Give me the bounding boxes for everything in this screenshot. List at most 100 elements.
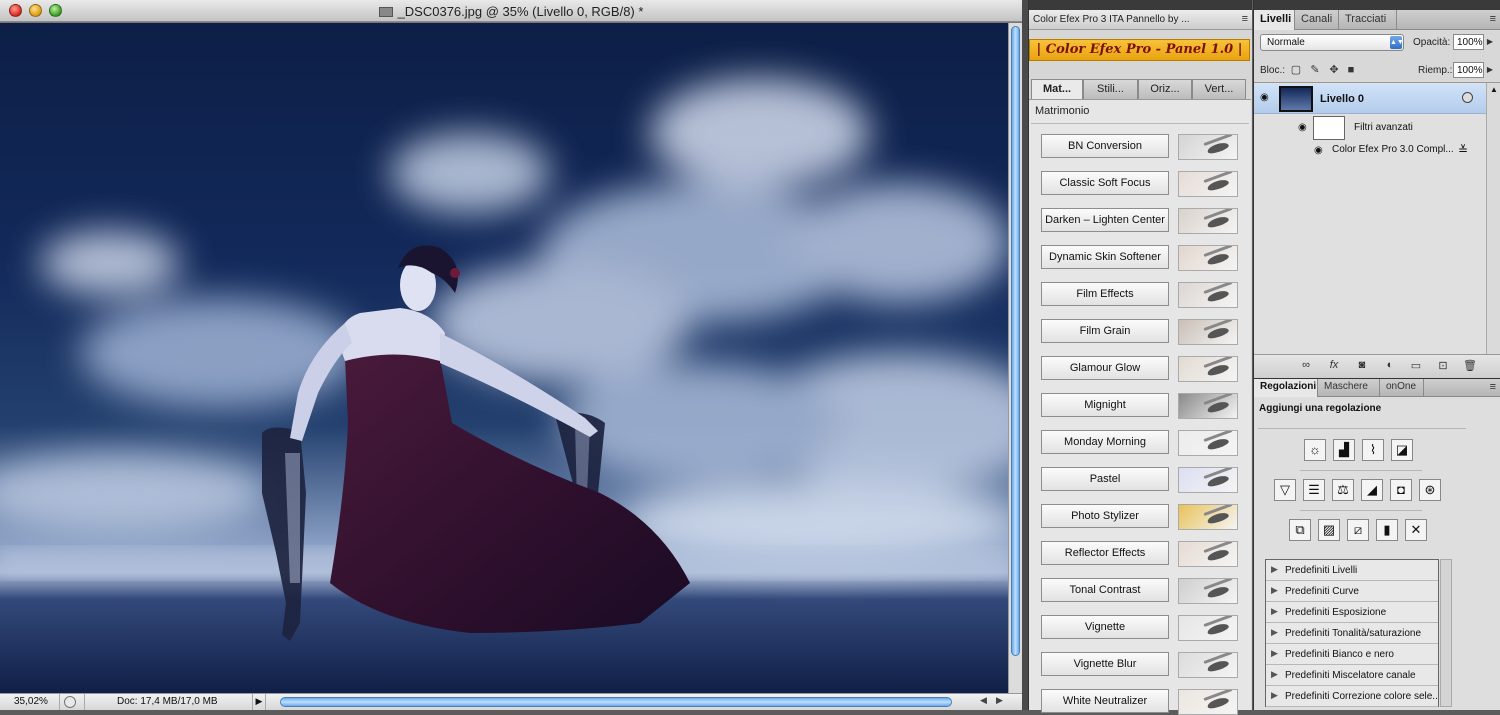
- layer-thumbnail[interactable]: [1279, 86, 1313, 112]
- document-horizontal-scroll-thumb[interactable]: [280, 697, 952, 707]
- tab-livelli[interactable]: Livelli: [1254, 10, 1295, 30]
- hue-saturation-icon[interactable]: ☰: [1303, 479, 1325, 501]
- filter-preview-thumbnail[interactable]: [1178, 245, 1238, 271]
- smart-filter-name[interactable]: Color Efex Pro 3.0 Compl...: [1332, 144, 1454, 155]
- tab-canali[interactable]: Canali: [1295, 10, 1339, 30]
- blend-mode-select[interactable]: Normale ▲▼: [1260, 34, 1404, 51]
- filter-preview-thumbnail[interactable]: [1178, 467, 1238, 493]
- filter-blending-options-icon[interactable]: ≚: [1458, 143, 1468, 157]
- smart-filters-eye-icon[interactable]: ◉: [1298, 122, 1307, 133]
- document-horizontal-scrollbar[interactable]: [272, 695, 976, 709]
- image-canvas[interactable]: [0, 23, 1008, 693]
- disclosure-triangle-icon[interactable]: ▶: [1271, 648, 1278, 659]
- filter-preview-thumbnail[interactable]: [1178, 134, 1238, 160]
- disclosure-triangle-icon[interactable]: ▶: [1271, 627, 1278, 638]
- preset-item[interactable]: ▶ Predefiniti Miscelatore canale: [1266, 665, 1438, 686]
- filter-button[interactable]: Glamour Glow: [1041, 356, 1169, 380]
- tab-matrimonio[interactable]: Mat...: [1031, 79, 1083, 100]
- filter-button[interactable]: Film Grain: [1041, 319, 1169, 343]
- filter-button[interactable]: Vignette: [1041, 615, 1169, 639]
- filter-preview-thumbnail[interactable]: [1178, 615, 1238, 641]
- lock-pixels-icon[interactable]: ✎: [1309, 64, 1321, 76]
- tab-tracciati[interactable]: Tracciati: [1339, 10, 1397, 30]
- color-efex-panel-header[interactable]: Color Efex Pro 3 ITA Pannello by ... ≡: [1029, 10, 1252, 30]
- new-layer-icon[interactable]: ⊡: [1435, 359, 1451, 373]
- selective-color-icon[interactable]: ✕: [1405, 519, 1427, 541]
- filter-button[interactable]: Photo Stylizer: [1041, 504, 1169, 528]
- delete-layer-icon[interactable]: 🗑: [1462, 359, 1478, 373]
- adjustments-panel-menu-icon[interactable]: ≡: [1490, 381, 1496, 393]
- scroll-right-arrow-icon[interactable]: ▶: [996, 695, 1003, 706]
- disclosure-triangle-icon[interactable]: ▶: [1271, 669, 1278, 680]
- layers-collapse-bar[interactable]: [1254, 0, 1500, 10]
- layer-row[interactable]: ◉ Livello 0: [1254, 84, 1486, 114]
- tab-verticale[interactable]: Vert...: [1192, 79, 1246, 99]
- smart-filters-row[interactable]: ◉ Filtri avanzati: [1254, 114, 1486, 142]
- color-efex-collapse-bar[interactable]: [1029, 0, 1252, 10]
- levels-icon[interactable]: ▟: [1333, 439, 1355, 461]
- add-mask-icon[interactable]: ◙: [1354, 359, 1370, 373]
- color-balance-icon[interactable]: ⚖: [1332, 479, 1354, 501]
- smart-filter-eye-icon[interactable]: ◉: [1314, 145, 1323, 156]
- filter-mask-thumbnail[interactable]: [1313, 116, 1345, 140]
- layers-scrollbar[interactable]: ▲: [1486, 83, 1500, 355]
- panel-menu-icon[interactable]: ≡: [1242, 13, 1248, 25]
- document-proxy-icon[interactable]: [378, 7, 393, 17]
- scroll-up-arrow-icon[interactable]: ▲: [1490, 85, 1498, 94]
- preset-item[interactable]: ▶ Predefiniti Livelli: [1266, 560, 1438, 581]
- preset-item[interactable]: ▶ Predefiniti Tonalità/saturazione: [1266, 623, 1438, 644]
- posterize-icon[interactable]: ▨: [1318, 519, 1340, 541]
- filter-button[interactable]: Reflector Effects: [1041, 541, 1169, 565]
- tab-onone[interactable]: onOne: [1380, 379, 1424, 397]
- visibility-eye-icon[interactable]: ◉: [1260, 92, 1269, 103]
- filter-preview-thumbnail[interactable]: [1178, 393, 1238, 419]
- scroll-left-arrow-icon[interactable]: ◀: [980, 695, 987, 706]
- lock-transparency-icon[interactable]: ▢: [1290, 64, 1302, 76]
- filter-button[interactable]: BN Conversion: [1041, 134, 1169, 158]
- filter-preview-thumbnail[interactable]: [1178, 319, 1238, 345]
- disclosure-triangle-icon[interactable]: ▶: [1271, 690, 1278, 701]
- preset-item[interactable]: ▶ Predefiniti Curve: [1266, 581, 1438, 602]
- disclosure-triangle-icon[interactable]: ▶: [1271, 564, 1278, 575]
- filter-button[interactable]: Monday Morning: [1041, 430, 1169, 454]
- brightness-contrast-icon[interactable]: ☼: [1304, 439, 1326, 461]
- black-white-icon[interactable]: ◢: [1361, 479, 1383, 501]
- layers-panel-menu-icon[interactable]: ≡: [1490, 13, 1496, 25]
- photo-filter-icon[interactable]: ◘: [1390, 479, 1412, 501]
- tab-orizzontale[interactable]: Oriz...: [1138, 79, 1192, 99]
- channel-mixer-icon[interactable]: ⊛: [1419, 479, 1441, 501]
- preset-item[interactable]: ▶ Predefiniti Correzione colore sele...: [1266, 686, 1438, 707]
- filter-button[interactable]: Film Effects: [1041, 282, 1169, 306]
- filter-button[interactable]: Vignette Blur: [1041, 652, 1169, 676]
- fill-stepper-icon[interactable]: ▶: [1485, 62, 1495, 78]
- filter-button[interactable]: Tonal Contrast: [1041, 578, 1169, 602]
- filter-preview-thumbnail[interactable]: [1178, 282, 1238, 308]
- tab-maschere[interactable]: Maschere: [1318, 379, 1380, 397]
- layer-style-fx-icon[interactable]: fx: [1326, 359, 1342, 373]
- tab-stili[interactable]: Stili...: [1083, 79, 1138, 99]
- filter-preview-thumbnail[interactable]: [1178, 652, 1238, 678]
- preset-item[interactable]: ▶ Predefiniti Bianco e nero: [1266, 644, 1438, 665]
- filter-preview-thumbnail[interactable]: [1178, 208, 1238, 234]
- vibrance-icon[interactable]: ▽: [1274, 479, 1296, 501]
- status-info-icon[interactable]: [64, 696, 76, 708]
- disclosure-triangle-icon[interactable]: ▶: [1271, 606, 1278, 617]
- filter-preview-thumbnail[interactable]: [1178, 356, 1238, 382]
- opacity-field[interactable]: 100%: [1453, 34, 1484, 50]
- exposure-icon[interactable]: ◪: [1391, 439, 1413, 461]
- filter-button[interactable]: Darken – Lighten Center: [1041, 208, 1169, 232]
- filter-preview-thumbnail[interactable]: [1178, 430, 1238, 456]
- status-menu-arrow-icon[interactable]: ▶: [252, 694, 266, 710]
- disclosure-triangle-icon[interactable]: ▶: [1271, 585, 1278, 596]
- invert-icon[interactable]: ⧉: [1289, 519, 1311, 541]
- tab-regolazioni[interactable]: Regolazioni: [1254, 379, 1318, 397]
- link-layers-icon[interactable]: ∞: [1298, 359, 1314, 373]
- filter-preview-thumbnail[interactable]: [1178, 504, 1238, 530]
- fill-field[interactable]: 100%: [1453, 62, 1484, 78]
- lock-position-icon[interactable]: ✥: [1328, 64, 1340, 76]
- lock-all-icon[interactable]: ■: [1345, 64, 1357, 76]
- preset-item[interactable]: ▶ Predefiniti Esposizione: [1266, 602, 1438, 623]
- smart-filter-row[interactable]: ◉ Color Efex Pro 3.0 Compl... ≚: [1254, 142, 1486, 160]
- filter-preview-thumbnail[interactable]: [1178, 578, 1238, 604]
- filter-preview-thumbnail[interactable]: [1178, 689, 1238, 715]
